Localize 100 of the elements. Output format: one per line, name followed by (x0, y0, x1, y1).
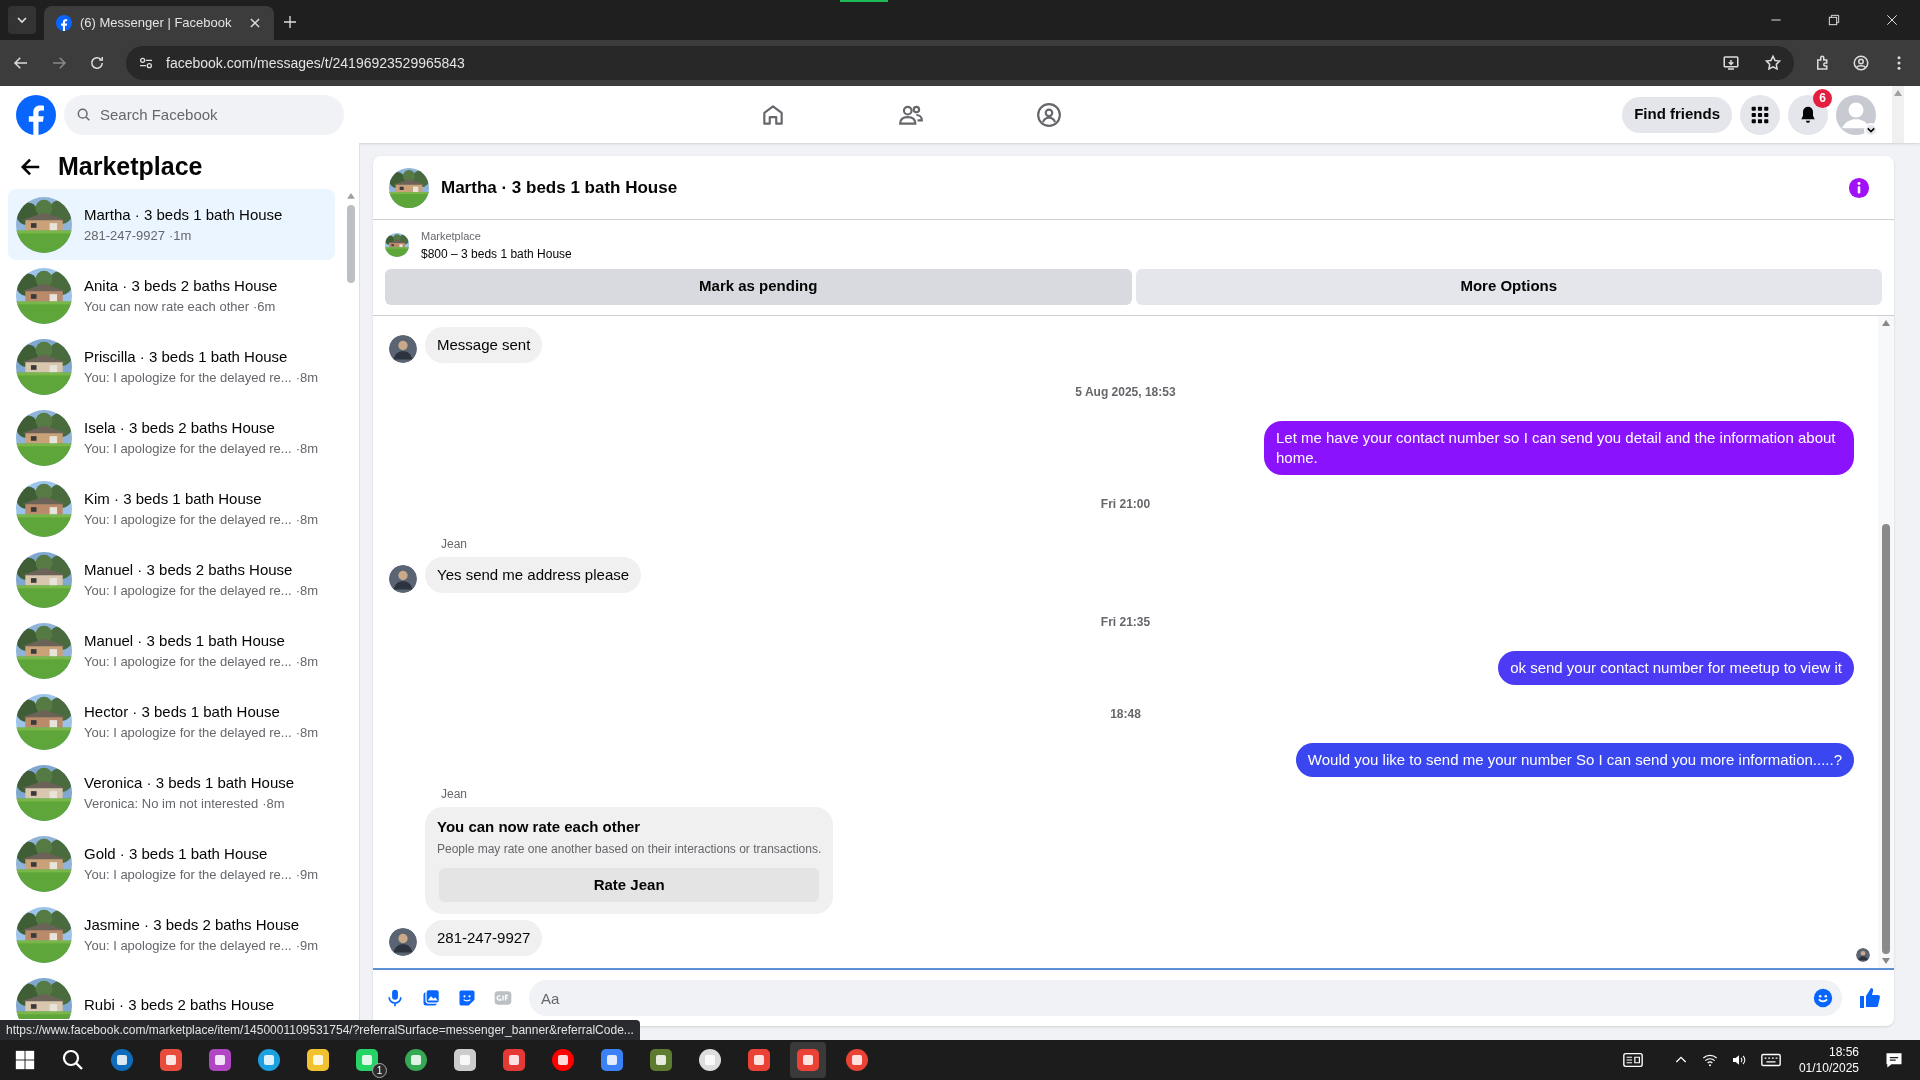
message-time: ·9m (295, 866, 319, 884)
rate-button[interactable]: Rate Jean (439, 868, 820, 902)
conversation-title: Martha · 3 beds 1 bath House (84, 204, 283, 225)
address-bar[interactable]: facebook.com/messages/t/24196923529965843 (126, 46, 1794, 80)
close-icon[interactable] (248, 16, 262, 30)
message-time: ·9m (295, 937, 319, 955)
message-time: ·8m (295, 369, 319, 387)
timestamp: Fri 21:35 (1100, 613, 1151, 631)
thumbs-up-icon[interactable] (1858, 986, 1882, 1010)
message-time: ·8m (295, 724, 319, 742)
notification-badge: 6 (1813, 88, 1832, 108)
app-icon[interactable] (355, 1048, 379, 1072)
message-time: ·8m (262, 795, 285, 813)
conversation-title: Isela · 3 beds 2 baths House (84, 417, 276, 438)
facebook-icon (56, 15, 72, 31)
conversation-title: Kim · 3 beds 1 bath House (84, 488, 263, 509)
clock-date: 01/10/2025 (1798, 1060, 1859, 1076)
app-icon[interactable] (306, 1048, 330, 1072)
conversation-title: Manuel · 3 beds 2 baths House (84, 559, 294, 580)
message-preview: You: I apologize for the delayed re... (84, 582, 292, 600)
sent-message: Would you like to send me your number So I can send you more information.....? (1295, 742, 1854, 777)
conversation-title: Jasmine · 3 beds 2 baths House (84, 914, 301, 935)
app-icon[interactable] (110, 1048, 134, 1072)
message-preview: 281-247-9927 (84, 227, 165, 245)
scroll-up-icon[interactable] (347, 193, 355, 199)
message-input-field[interactable]: Aa (529, 980, 1842, 1016)
card-text: People may rate one another based on their interactions or transactions. (437, 841, 822, 858)
profile-icon[interactable] (1852, 54, 1870, 72)
app-icon[interactable] (159, 1048, 183, 1072)
message-preview: You: I apologize for the delayed re... (84, 369, 292, 387)
scroll-down-icon[interactable] (1882, 958, 1890, 964)
action-button[interactable]: More Options (1135, 268, 1882, 305)
search-icon[interactable] (61, 1048, 85, 1072)
info-icon[interactable] (1848, 176, 1870, 199)
status-url: https://www.facebook.com/marketplace/item/1450001109531754/?referralSurface=messenger_banner&referralCode... (0, 1020, 640, 1040)
emoji-icon[interactable] (1812, 987, 1834, 1009)
received-message: 281-247-9927 (425, 920, 543, 956)
new-tab-icon[interactable] (282, 14, 298, 30)
app-icon[interactable] (649, 1048, 673, 1072)
notifications-button[interactable] (1788, 94, 1828, 135)
conversation-item[interactable]: Martha · 3 beds 1 bath House 281-247-9927 ·1m (8, 189, 335, 260)
app-icon[interactable] (453, 1048, 477, 1072)
message-time: ·8m (295, 653, 319, 671)
app-icon[interactable] (796, 1048, 820, 1072)
clock-button[interactable]: 18:56 01/10/2025 (1798, 1044, 1859, 1076)
message-time: ·8m (295, 440, 319, 458)
message-time: ·6m (253, 298, 276, 316)
app-icon[interactable] (698, 1048, 722, 1072)
back-arrow-icon[interactable] (20, 156, 42, 178)
card-title: You can now rate each other (437, 816, 642, 837)
tab-search-icon[interactable] (8, 6, 36, 34)
sticker-icon[interactable] (457, 988, 477, 1008)
message-time: ·8m (295, 582, 319, 600)
sender-name: Jean (441, 785, 469, 803)
app-icon[interactable] (845, 1048, 869, 1072)
site-settings-icon[interactable] (138, 55, 154, 71)
facebook-logo-icon[interactable] (16, 94, 56, 135)
menu-button[interactable] (1740, 94, 1780, 135)
scrollbar-thumb[interactable] (1882, 524, 1890, 954)
app-icon[interactable] (502, 1048, 526, 1072)
notification-center-icon[interactable] (1884, 1050, 1904, 1070)
message-preview: You can now rate each other (84, 298, 250, 316)
conversation-title: Anita · 3 beds 2 baths House (84, 275, 278, 296)
star-icon[interactable] (1764, 54, 1782, 72)
image-icon[interactable] (421, 988, 441, 1008)
notification-badge: 1 (372, 1063, 387, 1078)
app-icon[interactable] (600, 1048, 624, 1072)
close-icon[interactable] (1884, 12, 1900, 28)
sent-message: Let me have your contact number so I can send you detail and the information about home. (1264, 420, 1854, 475)
forward-icon[interactable] (50, 54, 68, 72)
wifi-icon[interactable] (1701, 1052, 1718, 1068)
windows-logo-icon[interactable] (14, 1049, 36, 1071)
find-friends-button[interactable]: Find friends (1622, 96, 1732, 133)
sender-name: Jean (441, 535, 469, 553)
browser-tab[interactable]: (6) Messenger | Facebook (44, 6, 274, 40)
app-icon[interactable] (747, 1048, 771, 1072)
app-icon[interactable] (551, 1048, 575, 1072)
received-message: Yes send me address please (425, 556, 642, 593)
tab-title: (6) Messenger | Facebook (80, 14, 233, 33)
app-icon[interactable] (404, 1048, 428, 1072)
timestamp: 18:48 (1110, 705, 1141, 723)
groups-icon[interactable] (1036, 101, 1062, 128)
restore-icon[interactable] (1826, 12, 1842, 28)
received-message: Message sent (425, 326, 543, 363)
message-preview: Veronica: No im not interested (84, 795, 259, 813)
conversation-title: Manuel · 3 beds 1 bath House (84, 630, 286, 651)
url-text: facebook.com/messages/t/24196923529965843 (166, 53, 466, 73)
back-icon[interactable] (12, 54, 30, 72)
timestamp: 5 Aug 2025, 18:53 (1075, 383, 1176, 401)
microphone-icon[interactable] (385, 988, 405, 1008)
scroll-up-icon[interactable] (1882, 319, 1890, 326)
scrollbar-thumb[interactable] (347, 204, 355, 283)
install-icon[interactable] (1722, 54, 1740, 72)
app-icon[interactable] (208, 1048, 232, 1072)
action-button[interactable]: Mark as pending (385, 268, 1132, 305)
conversation-title: Gold · 3 beds 1 bath House (84, 843, 269, 864)
app-icon[interactable] (257, 1048, 281, 1072)
conversation-title: Hector · 3 beds 1 bath House (84, 701, 281, 722)
reload-icon[interactable] (88, 54, 106, 72)
search-field[interactable]: Search Facebook (64, 94, 344, 135)
